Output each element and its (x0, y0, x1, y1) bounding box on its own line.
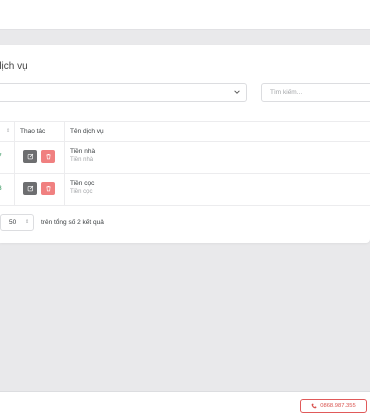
chevron-down-icon (234, 90, 240, 94)
table-header: ⇕ Thao tác Tên dịch vụ (0, 121, 370, 142)
edit-button[interactable] (23, 150, 37, 163)
phone-number: 0868.987.355 (320, 403, 356, 409)
phone-icon (311, 403, 317, 409)
column-divider (64, 122, 65, 142)
service-list-card: dịch vụ ⇕ Thao tác Tên dịch vụ 7 (0, 45, 370, 243)
header-service-name: Tên dịch vụ (70, 128, 104, 135)
top-bar (0, 0, 370, 30)
filter-select[interactable] (0, 83, 247, 102)
page-title: dịch vụ (0, 61, 28, 72)
service-subtitle: Tiền cọc (70, 189, 93, 195)
trash-icon (45, 185, 51, 192)
table-row: 8 Tiền cọc Tiền cọc (0, 174, 370, 206)
column-divider (14, 174, 15, 205)
service-subtitle: Tiền nhà (70, 157, 94, 163)
column-divider (64, 142, 65, 173)
table-row: 7 Tiền nhà Tiền nhà (0, 142, 370, 174)
column-divider (64, 174, 65, 205)
search-input[interactable] (261, 83, 370, 102)
column-divider (14, 122, 15, 142)
delete-button[interactable] (41, 150, 55, 163)
sort-icon: ⇕ (25, 219, 30, 225)
row-id[interactable]: 7 (0, 153, 2, 160)
edit-icon (27, 153, 33, 160)
column-divider (14, 142, 15, 173)
sort-icon[interactable]: ⇕ (6, 128, 10, 134)
header-actions: Thao tác (20, 128, 46, 135)
edit-button[interactable] (23, 182, 37, 195)
delete-button[interactable] (41, 182, 55, 195)
edit-icon (27, 185, 33, 192)
service-name: Tiền nhà (70, 148, 96, 155)
trash-icon (45, 153, 51, 160)
phone-contact-button[interactable]: 0868.987.355 (300, 399, 367, 413)
page-size-value: 50 (9, 219, 17, 226)
result-summary: trên tổng số 2 kết quả (41, 219, 104, 226)
service-name: Tiền cọc (70, 180, 95, 187)
page-size-select[interactable]: 50 ⇕ (0, 214, 34, 231)
row-id[interactable]: 8 (0, 185, 2, 192)
